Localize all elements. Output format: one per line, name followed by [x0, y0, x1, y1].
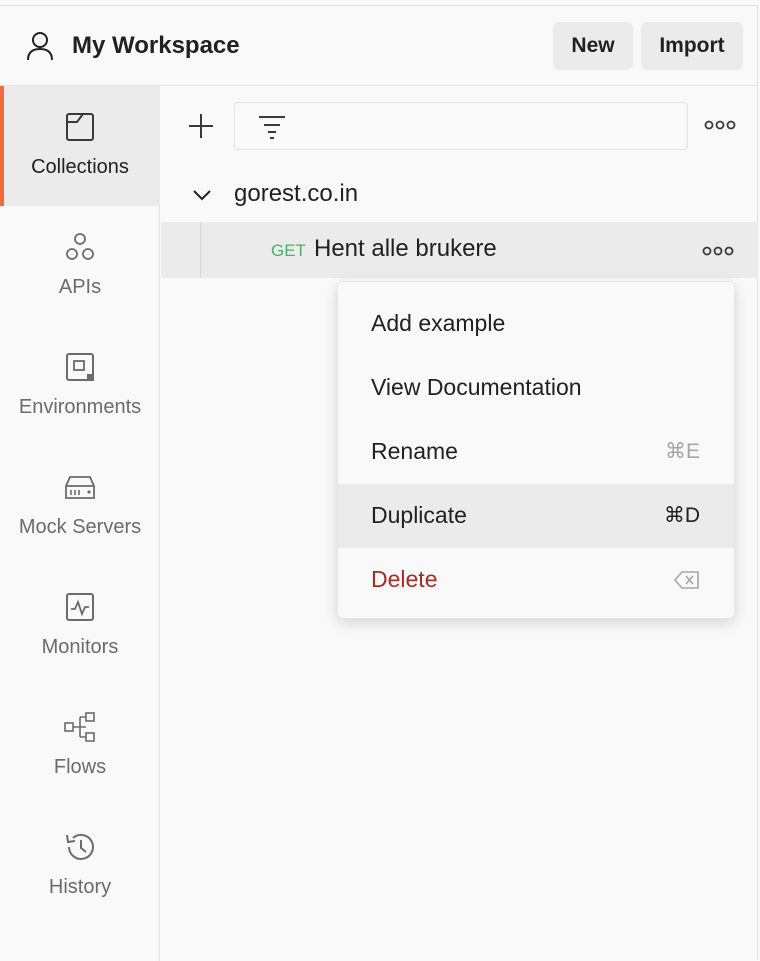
sidebar-item-monitors[interactable]: Monitors: [0, 566, 160, 686]
request-method-badge: GET: [271, 241, 306, 260]
flows-icon: [64, 712, 95, 742]
sidebar-item-label: Environments: [18, 396, 142, 418]
collections-icon: [66, 113, 94, 141]
sidebar-item-label: Mock Servers: [18, 516, 142, 538]
chevron-down-icon[interactable]: [191, 184, 213, 206]
filter-input[interactable]: [234, 102, 688, 150]
menu-item-label: Add example: [371, 310, 506, 336]
sidebar-item-flows[interactable]: Flows: [0, 686, 160, 806]
sidebar-item-environments[interactable]: Environments: [0, 326, 160, 446]
sidebar-item-label: Monitors: [41, 636, 119, 658]
collection-name: gorest.co.in: [234, 180, 359, 207]
sidebar-item-apis[interactable]: APIs: [0, 206, 160, 326]
request-row[interactable]: GET Hent alle brukere: [161, 222, 758, 278]
request-name: Hent alle brukere: [314, 235, 497, 262]
apis-icon: [66, 233, 94, 260]
tree-guide-line: [200, 222, 201, 278]
menu-item-rename[interactable]: Rename ⌘E: [338, 420, 734, 484]
workspace-header: My Workspace New Import: [0, 6, 758, 86]
history-icon: [66, 833, 94, 860]
mock-servers-icon: [65, 476, 95, 499]
menu-item-label: Rename: [371, 438, 458, 464]
import-button[interactable]: Import: [641, 22, 743, 70]
add-collection-button[interactable]: [187, 112, 215, 140]
sidebar-item-collections[interactable]: Collections: [0, 86, 160, 206]
user-icon: [27, 32, 53, 61]
backspace-icon: [674, 571, 699, 589]
workspace-title[interactable]: My Workspace: [72, 32, 240, 60]
shortcut-hint: ⌘E: [664, 440, 700, 463]
sidebar-item-label: History: [48, 876, 112, 898]
shortcut-hint: ⌘D: [663, 504, 700, 527]
sidebar-item-label: Collections: [31, 156, 129, 178]
sidebar-item-label: Flows: [53, 756, 107, 778]
menu-item-delete[interactable]: Delete: [338, 548, 734, 612]
menu-item-view-documentation[interactable]: View Documentation: [338, 356, 734, 420]
menu-item-label: Delete: [371, 566, 438, 592]
filter-icon: [259, 116, 285, 139]
sidebar-item-label: APIs: [58, 276, 102, 298]
menu-item-label: Duplicate: [371, 502, 467, 528]
more-options-icon[interactable]: [704, 118, 736, 132]
monitors-icon: [66, 593, 94, 621]
menu-item-add-example[interactable]: Add example: [338, 292, 734, 356]
collection-row[interactable]: gorest.co.in: [161, 174, 758, 214]
sidebar-item-history[interactable]: History: [0, 806, 160, 926]
more-options-icon[interactable]: [702, 244, 734, 258]
menu-item-label: View Documentation: [371, 374, 582, 400]
sidebar: Collections APIs Environments Mock Serve…: [0, 86, 160, 961]
sidebar-item-mock-servers[interactable]: Mock Servers: [0, 446, 160, 566]
new-button[interactable]: New: [553, 22, 633, 70]
request-context-menu: Add example View Documentation Rename ⌘E…: [337, 281, 735, 619]
menu-item-duplicate[interactable]: Duplicate ⌘D: [338, 484, 734, 548]
environments-icon: [66, 353, 94, 381]
